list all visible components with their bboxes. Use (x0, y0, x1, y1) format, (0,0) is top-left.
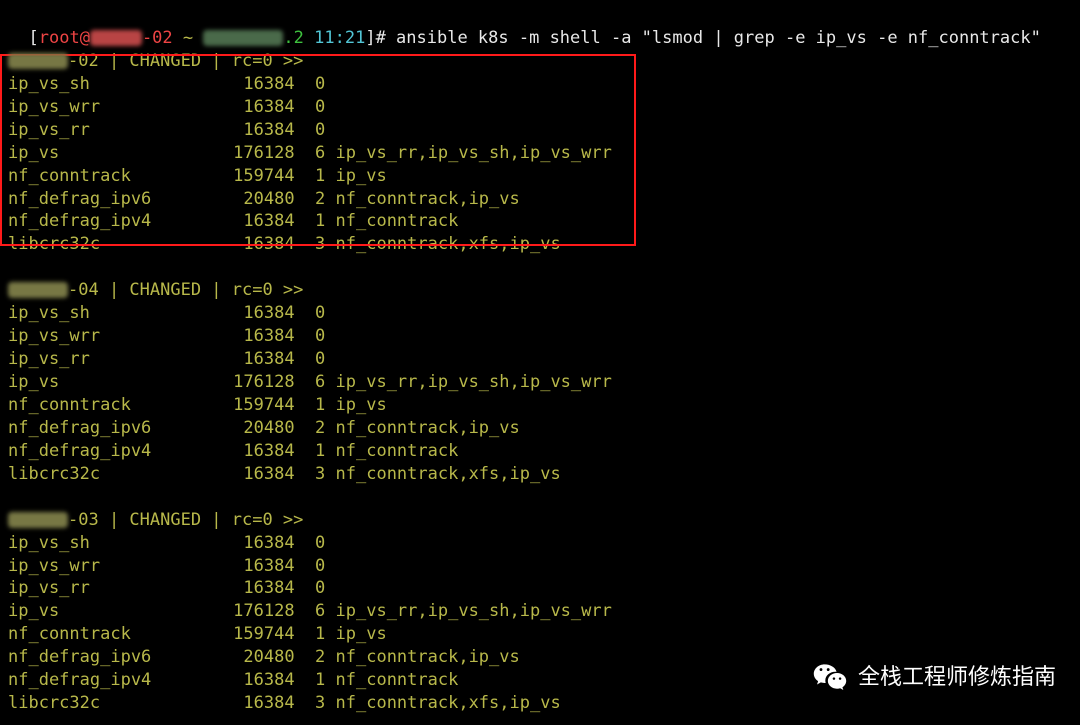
module-row: ip_vs_wrr 16384 0 (8, 96, 1072, 119)
module-row: ip_vs_rr 16384 0 (8, 577, 1072, 600)
module-row: nf_conntrack 159744 1 ip_vs (8, 165, 1072, 188)
terminal-output[interactable]: -02 | CHANGED | rc=0 >>ip_vs_sh 16384 0i… (8, 50, 1072, 715)
module-row: ip_vs_sh 16384 0 (8, 73, 1072, 96)
module-row: ip_vs_sh 16384 0 (8, 302, 1072, 325)
blank-line (8, 486, 1072, 509)
module-row: nf_defrag_ipv4 16384 1 nf_conntrack (8, 210, 1072, 233)
module-row: ip_vs 176128 6 ip_vs_rr,ip_vs_sh,ip_vs_w… (8, 142, 1072, 165)
module-row: nf_defrag_ipv6 20480 2 nf_conntrack,ip_v… (8, 417, 1072, 440)
module-row: nf_defrag_ipv6 20480 2 nf_conntrack,ip_v… (8, 646, 1072, 669)
prompt-at: @ (80, 28, 90, 48)
module-row: ip_vs_sh 16384 0 (8, 532, 1072, 555)
host-status-line: -02 | CHANGED | rc=0 >> (8, 50, 1072, 73)
prompt-cwd: ~ (183, 28, 193, 48)
module-row: nf_conntrack 159744 1 ip_vs (8, 394, 1072, 417)
module-row: nf_defrag_ipv4 16384 1 nf_conntrack (8, 440, 1072, 463)
module-row: nf_defrag_ipv4 16384 1 nf_conntrack (8, 669, 1072, 692)
prompt-close: ]# (365, 28, 385, 48)
host-status-line: -04 | CHANGED | rc=0 >> (8, 279, 1072, 302)
module-row: ip_vs 176128 6 ip_vs_rr,ip_vs_sh,ip_vs_w… (8, 371, 1072, 394)
blank-line (8, 256, 1072, 279)
prompt-time: 11:21 (314, 28, 365, 48)
module-row: ip_vs 176128 6 ip_vs_rr,ip_vs_sh,ip_vs_w… (8, 600, 1072, 623)
module-row: ip_vs_rr 16384 0 (8, 119, 1072, 142)
module-row: ip_vs_rr 16384 0 (8, 348, 1072, 371)
host-status-line: -03 | CHANGED | rc=0 >> (8, 509, 1072, 532)
module-row: nf_defrag_ipv6 20480 2 nf_conntrack,ip_v… (8, 188, 1072, 211)
shell-command: ansible k8s -m shell -a "lsmod | grep -e… (386, 28, 1041, 48)
module-row: ip_vs_wrr 16384 0 (8, 555, 1072, 578)
module-row: libcrc32c 16384 3 nf_conntrack,xfs,ip_vs (8, 233, 1072, 256)
module-row: ip_vs_wrr 16384 0 (8, 325, 1072, 348)
module-row: libcrc32c 16384 3 nf_conntrack,xfs,ip_vs (8, 463, 1072, 486)
shell-prompt[interactable]: [root@-02 ~ .2 11:21]# ansible k8s -m sh… (8, 4, 1072, 50)
module-row: libcrc32c 16384 3 nf_conntrack,xfs,ip_vs (8, 692, 1072, 715)
prompt-ip: .2 (283, 28, 303, 48)
prompt-user: root (39, 28, 80, 48)
prompt-host: -02 (142, 28, 173, 48)
module-row: nf_conntrack 159744 1 ip_vs (8, 623, 1072, 646)
